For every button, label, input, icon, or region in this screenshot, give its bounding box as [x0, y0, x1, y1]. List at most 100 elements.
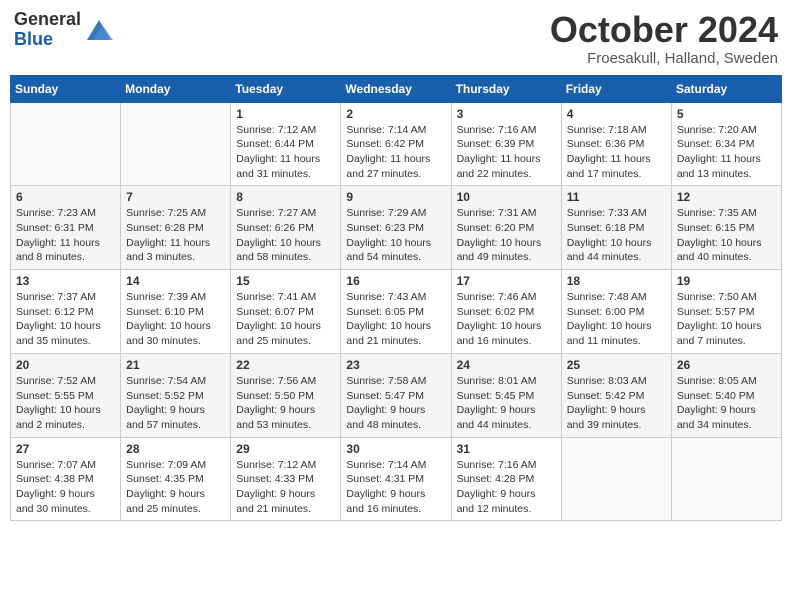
- calendar-cell: 8 Sunrise: 7:27 AM Sunset: 6:26 PM Daylig…: [231, 186, 341, 270]
- day-number: 24: [457, 358, 556, 372]
- calendar-cell: 30 Sunrise: 7:14 AM Sunset: 4:31 PM Dayli…: [341, 437, 451, 521]
- day-info: Sunrise: 7:09 AM Sunset: 4:35 PM Dayligh…: [126, 458, 225, 517]
- day-info: Sunrise: 7:43 AM Sunset: 6:05 PM Dayligh…: [346, 290, 445, 349]
- calendar-week-row: 1 Sunrise: 7:12 AM Sunset: 6:44 PM Daylig…: [11, 102, 782, 186]
- day-number: 21: [126, 358, 225, 372]
- calendar-cell: [121, 102, 231, 186]
- day-number: 5: [677, 107, 776, 121]
- calendar-cell: 23 Sunrise: 7:58 AM Sunset: 5:47 PM Dayli…: [341, 353, 451, 437]
- day-number: 10: [457, 190, 556, 204]
- calendar-week-row: 20 Sunrise: 7:52 AM Sunset: 5:55 PM Dayli…: [11, 353, 782, 437]
- calendar-week-row: 27 Sunrise: 7:07 AM Sunset: 4:38 PM Dayli…: [11, 437, 782, 521]
- day-info: Sunrise: 7:16 AM Sunset: 6:39 PM Dayligh…: [457, 123, 556, 182]
- calendar-cell: 16 Sunrise: 7:43 AM Sunset: 6:05 PM Dayli…: [341, 270, 451, 354]
- day-info: Sunrise: 7:54 AM Sunset: 5:52 PM Dayligh…: [126, 374, 225, 433]
- day-info: Sunrise: 7:48 AM Sunset: 6:00 PM Dayligh…: [567, 290, 666, 349]
- day-number: 31: [457, 442, 556, 456]
- day-number: 17: [457, 274, 556, 288]
- calendar-cell: 2 Sunrise: 7:14 AM Sunset: 6:42 PM Daylig…: [341, 102, 451, 186]
- calendar-cell: 10 Sunrise: 7:31 AM Sunset: 6:20 PM Dayli…: [451, 186, 561, 270]
- day-info: Sunrise: 8:01 AM Sunset: 5:45 PM Dayligh…: [457, 374, 556, 433]
- day-number: 12: [677, 190, 776, 204]
- day-info: Sunrise: 7:27 AM Sunset: 6:26 PM Dayligh…: [236, 206, 335, 265]
- day-number: 18: [567, 274, 666, 288]
- day-of-week-header: Sunday: [11, 75, 121, 102]
- calendar-cell: 19 Sunrise: 7:50 AM Sunset: 5:57 PM Dayli…: [671, 270, 781, 354]
- calendar-cell: [11, 102, 121, 186]
- calendar-cell: 25 Sunrise: 8:03 AM Sunset: 5:42 PM Dayli…: [561, 353, 671, 437]
- calendar-cell: 28 Sunrise: 7:09 AM Sunset: 4:35 PM Dayli…: [121, 437, 231, 521]
- day-number: 9: [346, 190, 445, 204]
- day-number: 28: [126, 442, 225, 456]
- calendar-cell: 17 Sunrise: 7:46 AM Sunset: 6:02 PM Dayli…: [451, 270, 561, 354]
- day-number: 11: [567, 190, 666, 204]
- day-info: Sunrise: 7:50 AM Sunset: 5:57 PM Dayligh…: [677, 290, 776, 349]
- calendar-cell: 15Sunrise: 7:41 AM Sunset: 6:07 PM Dayli…: [231, 270, 341, 354]
- day-info: Sunrise: 7:20 AM Sunset: 6:34 PM Dayligh…: [677, 123, 776, 182]
- day-of-week-header: Thursday: [451, 75, 561, 102]
- day-number: 23: [346, 358, 445, 372]
- day-number: 1: [236, 107, 335, 121]
- day-number: 2: [346, 107, 445, 121]
- day-number: 4: [567, 107, 666, 121]
- day-number: 13: [16, 274, 115, 288]
- calendar-cell: 22Sunrise: 7:56 AM Sunset: 5:50 PM Dayli…: [231, 353, 341, 437]
- day-number: 20: [16, 358, 115, 372]
- day-number: 6: [16, 190, 115, 204]
- calendar-week-row: 6Sunrise: 7:23 AM Sunset: 6:31 PM Daylig…: [11, 186, 782, 270]
- day-info: Sunrise: 7:07 AM Sunset: 4:38 PM Dayligh…: [16, 458, 115, 517]
- calendar-cell: 11 Sunrise: 7:33 AM Sunset: 6:18 PM Dayli…: [561, 186, 671, 270]
- logo-general: General: [14, 10, 81, 30]
- day-info: Sunrise: 7:58 AM Sunset: 5:47 PM Dayligh…: [346, 374, 445, 433]
- logo-icon: [83, 16, 115, 44]
- calendar-cell: 3Sunrise: 7:16 AM Sunset: 6:39 PM Daylig…: [451, 102, 561, 186]
- day-of-week-header: Wednesday: [341, 75, 451, 102]
- day-number: 25: [567, 358, 666, 372]
- calendar-cell: 20 Sunrise: 7:52 AM Sunset: 5:55 PM Dayli…: [11, 353, 121, 437]
- location: Froesakull, Halland, Sweden: [550, 50, 778, 67]
- day-number: 27: [16, 442, 115, 456]
- day-number: 15: [236, 274, 335, 288]
- calendar-cell: 26 Sunrise: 8:05 AM Sunset: 5:40 PM Dayli…: [671, 353, 781, 437]
- day-info: Sunrise: 7:46 AM Sunset: 6:02 PM Dayligh…: [457, 290, 556, 349]
- calendar-header-row: SundayMondayTuesdayWednesdayThursdayFrid…: [11, 75, 782, 102]
- day-number: 14: [126, 274, 225, 288]
- calendar-cell: [671, 437, 781, 521]
- calendar-cell: 24 Sunrise: 8:01 AM Sunset: 5:45 PM Dayli…: [451, 353, 561, 437]
- day-number: 8: [236, 190, 335, 204]
- calendar-cell: 13 Sunrise: 7:37 AM Sunset: 6:12 PM Dayli…: [11, 270, 121, 354]
- day-info: Sunrise: 7:37 AM Sunset: 6:12 PM Dayligh…: [16, 290, 115, 349]
- calendar-cell: 29Sunrise: 7:12 AM Sunset: 4:33 PM Dayli…: [231, 437, 341, 521]
- day-info: Sunrise: 8:03 AM Sunset: 5:42 PM Dayligh…: [567, 374, 666, 433]
- calendar-cell: 1 Sunrise: 7:12 AM Sunset: 6:44 PM Daylig…: [231, 102, 341, 186]
- day-info: Sunrise: 7:14 AM Sunset: 4:31 PM Dayligh…: [346, 458, 445, 517]
- day-number: 30: [346, 442, 445, 456]
- day-info: Sunrise: 8:05 AM Sunset: 5:40 PM Dayligh…: [677, 374, 776, 433]
- calendar-cell: 18 Sunrise: 7:48 AM Sunset: 6:00 PM Dayli…: [561, 270, 671, 354]
- day-info: Sunrise: 7:56 AM Sunset: 5:50 PM Dayligh…: [236, 374, 335, 433]
- calendar-cell: 6Sunrise: 7:23 AM Sunset: 6:31 PM Daylig…: [11, 186, 121, 270]
- day-info: Sunrise: 7:12 AM Sunset: 6:44 PM Dayligh…: [236, 123, 335, 182]
- calendar-cell: 31 Sunrise: 7:16 AM Sunset: 4:28 PM Dayli…: [451, 437, 561, 521]
- day-number: 16: [346, 274, 445, 288]
- calendar-table: SundayMondayTuesdayWednesdayThursdayFrid…: [10, 75, 782, 522]
- day-number: 19: [677, 274, 776, 288]
- day-info: Sunrise: 7:14 AM Sunset: 6:42 PM Dayligh…: [346, 123, 445, 182]
- day-number: 7: [126, 190, 225, 204]
- calendar-cell: 21 Sunrise: 7:54 AM Sunset: 5:52 PM Dayli…: [121, 353, 231, 437]
- calendar-cell: 27 Sunrise: 7:07 AM Sunset: 4:38 PM Dayli…: [11, 437, 121, 521]
- day-info: Sunrise: 7:31 AM Sunset: 6:20 PM Dayligh…: [457, 206, 556, 265]
- day-info: Sunrise: 7:25 AM Sunset: 6:28 PM Dayligh…: [126, 206, 225, 265]
- day-number: 29: [236, 442, 335, 456]
- month-title: October 2024: [550, 10, 778, 50]
- day-info: Sunrise: 7:33 AM Sunset: 6:18 PM Dayligh…: [567, 206, 666, 265]
- day-of-week-header: Saturday: [671, 75, 781, 102]
- day-of-week-header: Tuesday: [231, 75, 341, 102]
- title-area: October 2024 Froesakull, Halland, Sweden: [550, 10, 778, 67]
- calendar-cell: 5 Sunrise: 7:20 AM Sunset: 6:34 PM Daylig…: [671, 102, 781, 186]
- calendar-cell: 14Sunrise: 7:39 AM Sunset: 6:10 PM Dayli…: [121, 270, 231, 354]
- day-info: Sunrise: 7:35 AM Sunset: 6:15 PM Dayligh…: [677, 206, 776, 265]
- day-info: Sunrise: 7:52 AM Sunset: 5:55 PM Dayligh…: [16, 374, 115, 433]
- day-info: Sunrise: 7:16 AM Sunset: 4:28 PM Dayligh…: [457, 458, 556, 517]
- day-number: 26: [677, 358, 776, 372]
